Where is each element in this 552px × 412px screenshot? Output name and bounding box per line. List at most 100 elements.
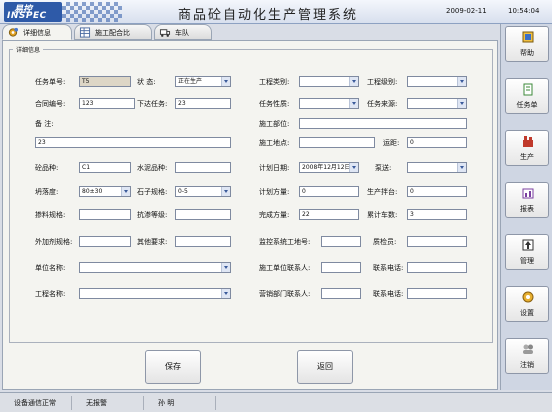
task-list-label: 任务单 (516, 101, 538, 109)
report-button[interactable]: 报表 (505, 182, 549, 218)
truck-icon (159, 29, 171, 37)
slump-value: 80±30 (82, 188, 103, 195)
slump-select[interactable]: 80±30 (79, 186, 131, 197)
tab-mix-ratio-label: 施工配合比 (95, 29, 130, 37)
chevron-down-icon (221, 77, 230, 86)
chevron-down-icon (457, 99, 466, 108)
project-type-select[interactable] (299, 76, 359, 87)
stone-spec-label: 石子规格: (137, 188, 168, 196)
admixture-spec-field[interactable] (79, 209, 131, 220)
construction-site-field[interactable] (299, 137, 375, 148)
plan-date-value: 2008年12月12日 (302, 164, 351, 171)
construction-site-label: 施工地点: (259, 139, 290, 147)
settings-button[interactable]: 设置 (505, 286, 549, 322)
slump-label: 坍落度: (35, 188, 59, 196)
status-bar: 设备通信正常 无报警 孙 明 (0, 392, 552, 412)
mixer-label: 生产拌台: (367, 188, 398, 196)
project-grade-select[interactable] (407, 76, 467, 87)
completed-volume-label: 完成方量: (259, 211, 290, 219)
logout-button[interactable]: 注销 (505, 338, 549, 374)
completed-volume-field[interactable]: 22 (299, 209, 359, 220)
supervision-phone-field[interactable] (321, 236, 361, 247)
manage-button[interactable]: 管理 (505, 234, 549, 270)
status-select[interactable]: 正在生产 (175, 76, 231, 87)
inspector-field[interactable] (407, 236, 467, 247)
plan-volume-field[interactable]: 0 (299, 186, 359, 197)
stone-spec-value: 0-5 (178, 188, 188, 195)
save-button[interactable]: 保存 (145, 350, 201, 384)
contact-phone2-label: 联系电话: (373, 290, 404, 298)
cement-type-field[interactable] (175, 162, 231, 173)
contract-no-field[interactable]: 123 (79, 98, 135, 109)
distance-label: 运距: (383, 139, 400, 147)
contact-phone1-field[interactable] (407, 262, 467, 273)
table-icon (79, 27, 91, 38)
stone-spec-select[interactable]: 0-5 (175, 186, 231, 197)
plan-date-picker[interactable]: 2008年12月12日 (299, 162, 359, 173)
chevron-down-icon (121, 187, 130, 196)
construction-part-field[interactable] (299, 118, 467, 129)
construction-contact-field[interactable] (321, 262, 361, 273)
admixture-spec-label: 掺料规格: (35, 211, 66, 219)
plan-date-label: 计划日期: (259, 164, 290, 172)
task-nature-select[interactable] (299, 98, 359, 109)
distance-field[interactable]: 0 (407, 137, 467, 148)
impermeability-field[interactable] (175, 209, 231, 220)
logout-label: 注销 (520, 361, 534, 369)
tab-details[interactable]: 详细信息 (2, 24, 72, 40)
total-trucks-label: 累计车数: (367, 211, 398, 219)
right-sidebar: 帮助 任务单 生产 报表 管理 设置 注销 (500, 24, 552, 390)
chevron-down-icon (457, 77, 466, 86)
cement-type-label: 水泥品种: (137, 164, 168, 172)
settings-icon (522, 291, 534, 303)
total-trucks-field[interactable]: 3 (407, 209, 467, 220)
tab-bar: 详细信息 施工配合比 车队 (0, 24, 500, 40)
logo-text-en: INSPEC (7, 11, 47, 21)
project-name-select[interactable] (79, 288, 231, 299)
task-no-field[interactable]: T5 (79, 76, 131, 87)
project-type-label: 工程类别: (259, 78, 290, 86)
report-icon (522, 188, 534, 199)
tab-mix-ratio[interactable]: 施工配合比 (74, 24, 152, 40)
fieldset-legend: 详细信息 (13, 45, 44, 54)
alarm-status: 无报警 (78, 396, 144, 410)
report-label: 报表 (520, 205, 534, 213)
concrete-type-field[interactable]: C1 (79, 162, 131, 173)
issue-task-field[interactable]: 23 (175, 98, 231, 109)
unit-name-select[interactable] (79, 262, 231, 273)
task-source-label: 任务来源: (367, 100, 398, 108)
tab-details-label: 详细信息 (23, 29, 51, 37)
issue-task-label: 下达任务: (137, 100, 168, 108)
task-nature-label: 任务性质: (259, 100, 290, 108)
header-time: 10:54:04 (508, 7, 540, 15)
task-source-select[interactable] (407, 98, 467, 109)
pump-select[interactable] (407, 162, 467, 173)
production-button[interactable]: 生产 (505, 130, 549, 166)
contract-no-label: 合同编号: (35, 100, 66, 108)
back-button[interactable]: 返回 (297, 350, 353, 384)
help-button[interactable]: 帮助 (505, 26, 549, 62)
unit-name-label: 单位名称: (35, 264, 66, 272)
tab-fleet-label: 车队 (175, 29, 189, 37)
chevron-down-icon (221, 263, 230, 272)
project-name-label: 工程名称: (35, 290, 66, 298)
comm-status: 设备通信正常 (6, 396, 72, 410)
plan-volume-label: 计划方量: (259, 188, 290, 196)
chevron-down-icon (349, 163, 358, 172)
mixer-field[interactable]: 0 (407, 186, 467, 197)
chevron-down-icon (349, 99, 358, 108)
task-list-button[interactable]: 任务单 (505, 78, 549, 114)
chevron-down-icon (457, 163, 466, 172)
settings-label: 设置 (520, 309, 534, 317)
tab-fleet[interactable]: 车队 (154, 24, 212, 40)
app-logo: 易控 INSPEC (4, 2, 62, 22)
title-bar: 易控 INSPEC 商品砼自动化生产管理系统 2009-02-11 10:54:… (0, 0, 552, 24)
contact-phone2-field[interactable] (407, 288, 467, 299)
inspector-label: 质检员: (373, 238, 397, 246)
header-date: 2009-02-11 (446, 7, 487, 15)
other-req-field[interactable] (175, 236, 231, 247)
help-icon (522, 31, 534, 43)
additive-spec-field[interactable] (79, 236, 131, 247)
remarks-field[interactable]: 23 (35, 137, 231, 148)
sales-contact-field[interactable] (321, 288, 361, 299)
